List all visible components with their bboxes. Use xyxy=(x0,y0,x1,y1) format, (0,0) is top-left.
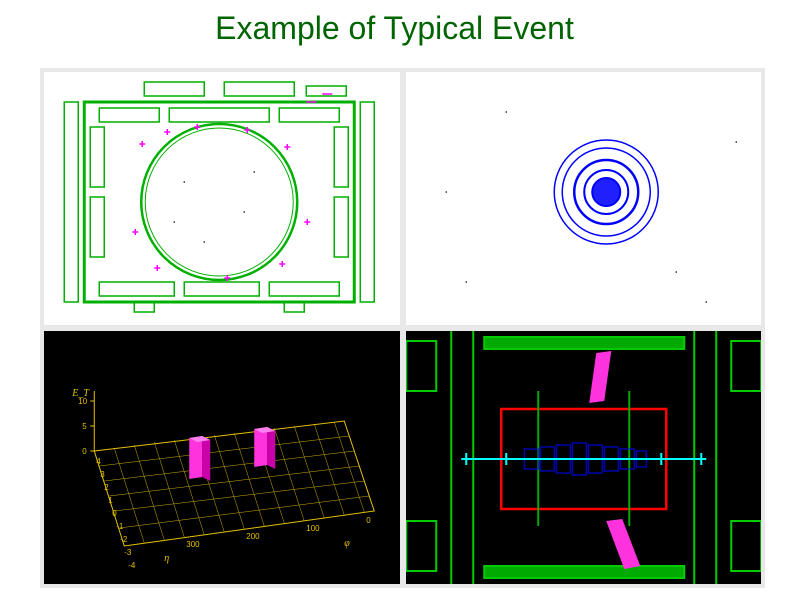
lego-svg: 0 5 10 E_T 4 3 2 1 0 -1 -2 -3 -4 η 0 100… xyxy=(44,331,400,584)
hit-icon xyxy=(132,229,138,235)
hit-icon xyxy=(279,261,285,267)
slide: Example of Typical Event xyxy=(0,0,789,609)
panel-grid: 0 5 10 E_T 4 3 2 1 0 -1 -2 -3 -4 η 0 100… xyxy=(40,68,765,588)
panel-detector-rz xyxy=(406,331,762,584)
lego-towers xyxy=(189,427,275,481)
eta-tick: 2 xyxy=(104,483,109,492)
phi-tick: 0 xyxy=(366,516,371,525)
lego-axes xyxy=(90,391,374,546)
detector-xy-svg xyxy=(44,72,400,325)
lego-tower xyxy=(189,436,210,481)
eta-tick: 0 xyxy=(112,509,117,518)
eta-tick: 4 xyxy=(96,457,101,466)
hit-icon xyxy=(154,265,160,271)
eta-tick: 1 xyxy=(108,496,113,505)
z-tick: 5 xyxy=(82,422,87,431)
eta-tick: 3 xyxy=(100,470,105,479)
hit-icon xyxy=(304,219,310,225)
lego-grid xyxy=(99,422,369,543)
phi-axis-label: φ xyxy=(344,538,350,549)
lego-tower xyxy=(254,427,275,469)
ring-set xyxy=(554,140,658,244)
rings-svg xyxy=(406,72,762,325)
eta-tick: -4 xyxy=(128,561,136,570)
rz-frame xyxy=(406,331,761,584)
z-tick: 0 xyxy=(82,447,87,456)
slide-title: Example of Typical Event xyxy=(0,0,789,47)
panel-lego: 0 5 10 E_T 4 3 2 1 0 -1 -2 -3 -4 η 0 100… xyxy=(44,331,400,584)
muon-track xyxy=(606,519,640,569)
panel-detector-xy xyxy=(44,72,400,325)
phi-tick: 200 xyxy=(246,532,260,541)
phi-tick: 300 xyxy=(186,540,200,549)
detector-frame xyxy=(64,82,374,312)
noise-dots xyxy=(173,171,255,243)
eta-tick: -3 xyxy=(124,548,132,557)
hit-icon xyxy=(164,129,170,135)
eta-tick: -2 xyxy=(120,535,128,544)
beam-line xyxy=(461,453,706,465)
phi-tick: 100 xyxy=(306,524,320,533)
panel-rings xyxy=(406,72,762,325)
muon-track xyxy=(589,351,611,403)
eta-tick: -1 xyxy=(116,522,124,531)
z-axis-label: E_T xyxy=(71,388,90,399)
hit-icon xyxy=(284,144,290,150)
hit-icon xyxy=(139,141,145,147)
detector-rz-svg xyxy=(406,331,762,584)
eta-axis-label: η xyxy=(164,553,169,564)
